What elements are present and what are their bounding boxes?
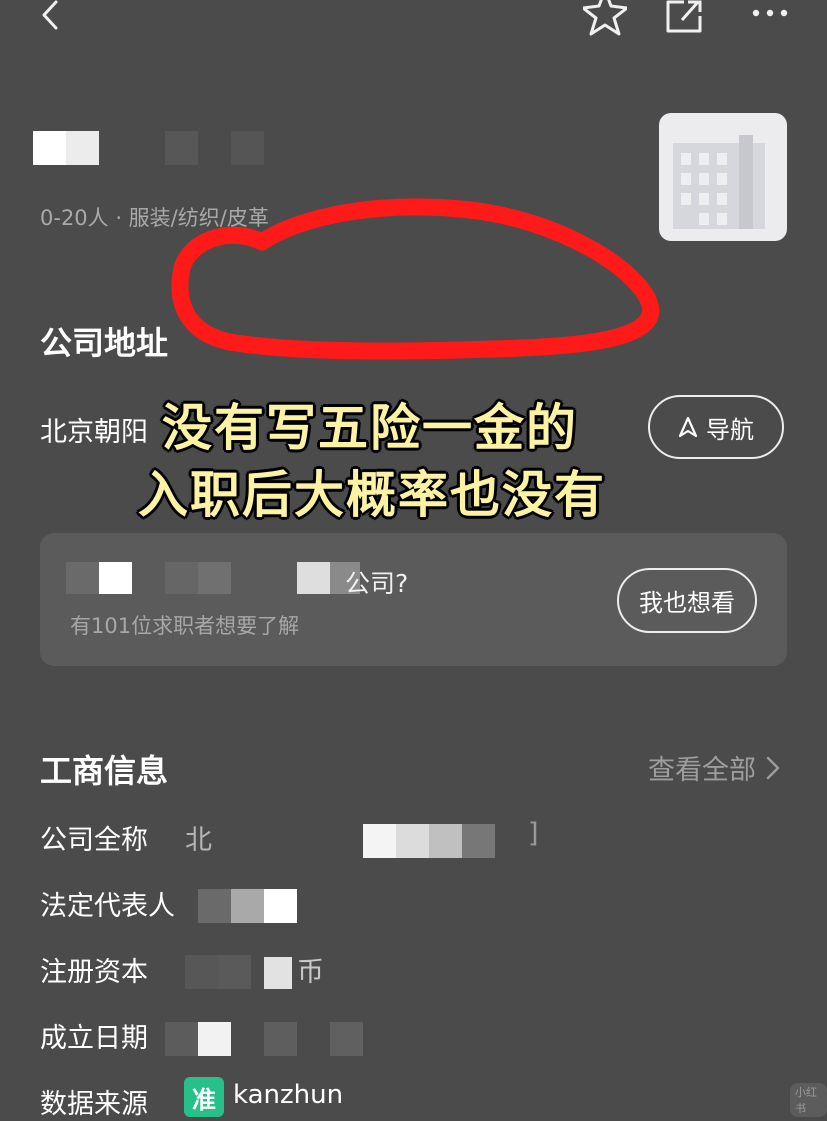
- row-value-capital-suffix: 币: [297, 957, 324, 988]
- founded-date-redacted: [165, 1022, 365, 1056]
- capital-redacted: [185, 955, 295, 989]
- caption-line-1: 没有写五险一金的: [162, 399, 578, 457]
- card-title: 公司?: [345, 569, 409, 598]
- view-all-label: 查看全部: [648, 755, 756, 786]
- card-company-redacted: [66, 562, 366, 594]
- row-label-full-name: 公司全称: [40, 825, 148, 856]
- caption-line-2: 入职后大概率也没有: [138, 466, 606, 524]
- row-label-data-source: 数据来源: [40, 1089, 148, 1120]
- card-subtitle: 有101位求职者想要了解: [70, 614, 300, 638]
- business-info-title: 工商信息: [40, 752, 169, 790]
- full-name-redacted: [363, 824, 495, 858]
- row-label-founded-date: 成立日期: [40, 1023, 148, 1054]
- chevron-right-icon: [766, 756, 780, 779]
- kanzhun-logo-icon: 准: [184, 1077, 224, 1117]
- row-value-full-name-prefix: 北: [185, 825, 212, 856]
- row-label-registered-capital: 注册资本: [40, 957, 148, 988]
- row-value-full-name-suffix: ]: [528, 818, 539, 849]
- view-all-link[interactable]: 查看全部: [648, 748, 780, 787]
- row-label-legal-rep: 法定代表人: [40, 891, 175, 922]
- data-source-name[interactable]: kanzhun: [233, 1080, 343, 1110]
- legal-rep-redacted: [198, 889, 298, 923]
- want-to-see-button[interactable]: 我也想看: [617, 568, 757, 633]
- watermark: 小红书: [790, 1083, 827, 1117]
